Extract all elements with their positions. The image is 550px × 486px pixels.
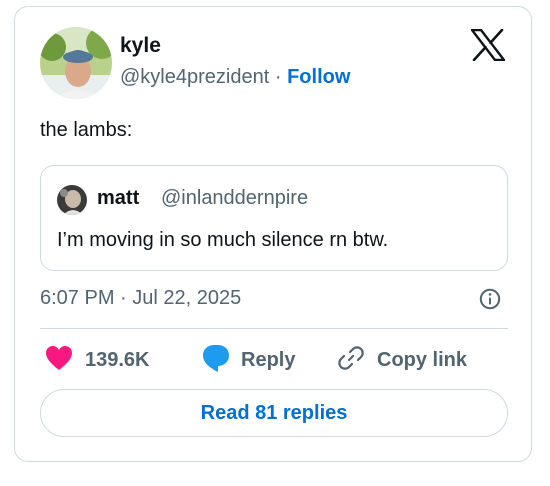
quoted-author-handle: @inlanddernpire — [161, 187, 309, 209]
like-count: 139.6K — [85, 348, 150, 371]
tweet-timestamp[interactable]: 6:07 PM · Jul 22, 2025 — [40, 287, 241, 310]
like-button[interactable]: 139.6K — [45, 345, 150, 375]
divider — [40, 328, 508, 329]
follow-link[interactable]: Follow — [287, 66, 350, 88]
author-handle[interactable]: @kyle4prezident — [120, 66, 269, 88]
author-name[interactable]: kyle — [120, 34, 161, 58]
author-avatar[interactable] — [40, 27, 112, 99]
quoted-tweet[interactable]: matt @inlanddernpire I’m moving in so mu… — [40, 165, 508, 271]
handle-separator: · — [274, 66, 282, 88]
speech-bubble-icon — [201, 343, 231, 378]
reply-label: Reply — [241, 348, 296, 371]
info-icon[interactable] — [479, 288, 501, 310]
heart-icon — [45, 345, 73, 376]
tweet-text: the lambs: — [40, 119, 133, 141]
copy-link-button[interactable]: Copy link — [337, 345, 467, 375]
copy-link-label: Copy link — [377, 348, 468, 371]
link-icon — [337, 344, 365, 377]
quoted-author-avatar[interactable] — [57, 185, 87, 215]
author-handle-line: @kyle4prezident · Follow — [120, 66, 350, 89]
quoted-tweet-text: I’m moving in so much silence rn btw. — [57, 229, 389, 251]
x-logo-icon[interactable] — [470, 28, 506, 62]
embedded-tweet-card: kyle @kyle4prezident · Follow the lambs:… — [14, 6, 532, 462]
quoted-author-name: matt — [97, 187, 140, 209]
reply-button[interactable]: Reply — [201, 343, 296, 378]
read-replies-button[interactable]: Read 81 replies — [40, 389, 508, 437]
